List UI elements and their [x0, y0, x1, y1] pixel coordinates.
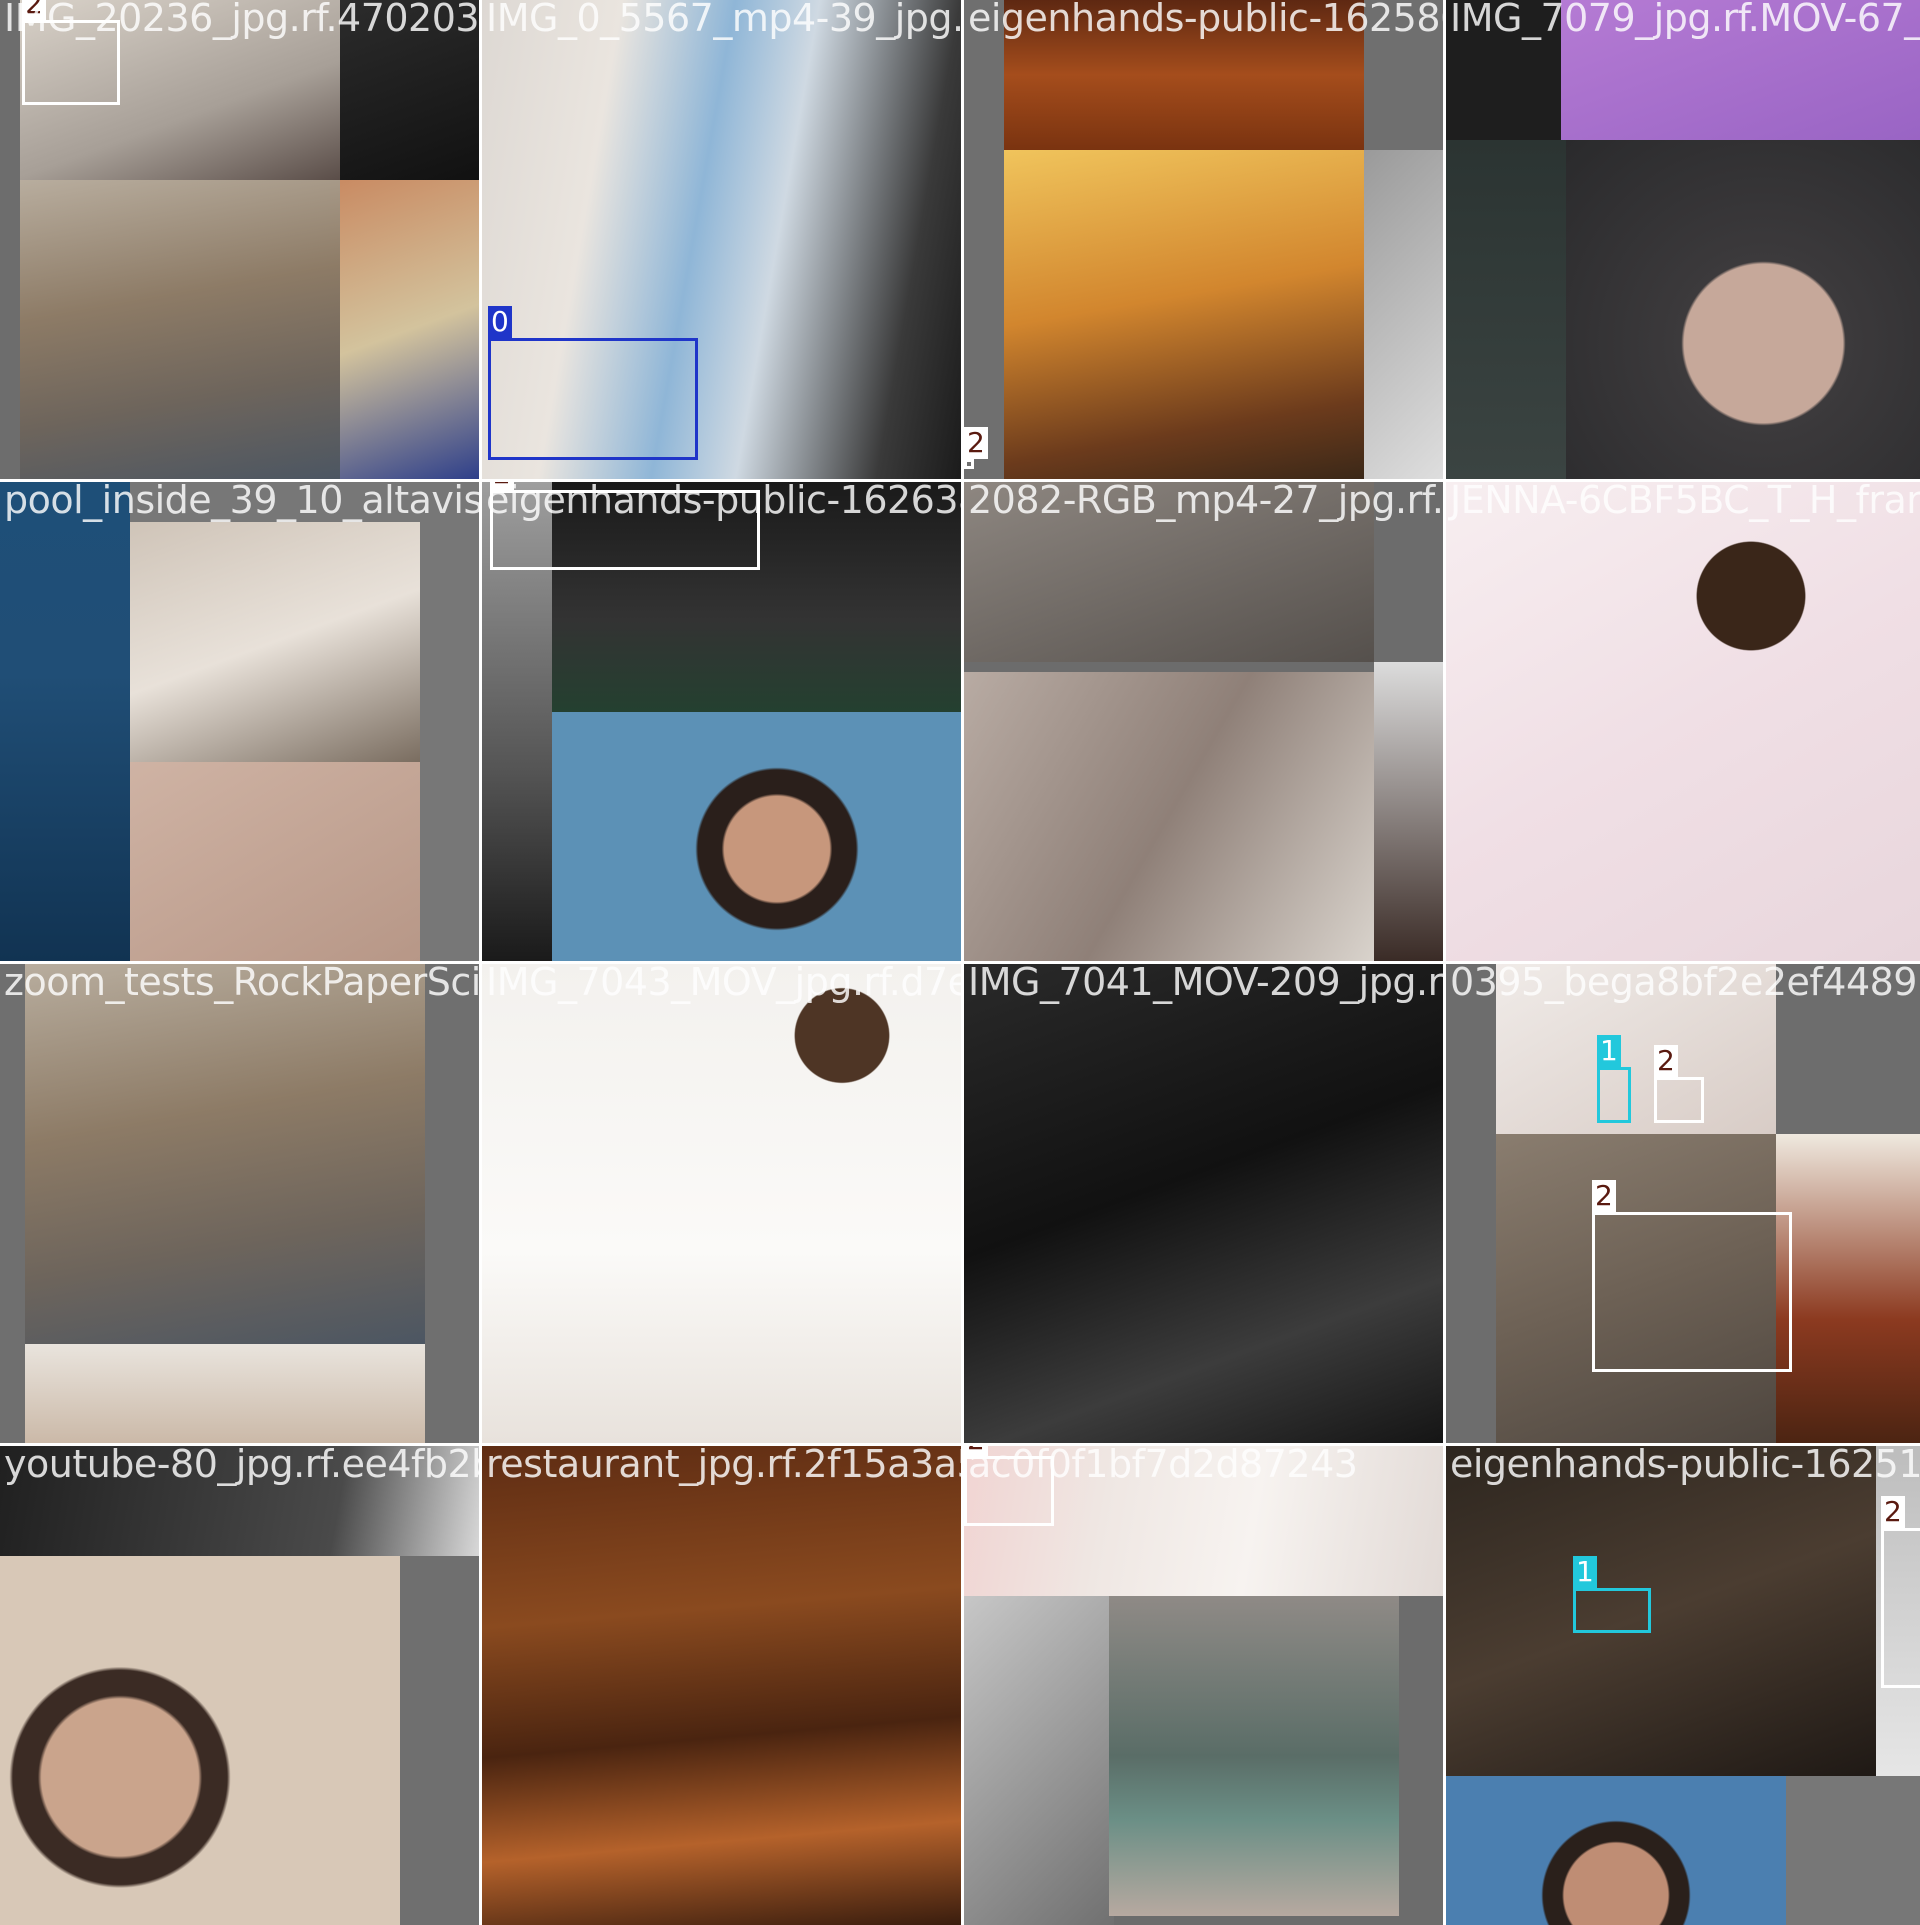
photo-fragment: [1666, 512, 1836, 652]
mosaic-tile: eigenhands-public-1626386612682-RGB_mp4-…: [482, 482, 961, 961]
detection-class-label: 1: [1573, 1556, 1597, 1588]
photo-fragment: [964, 1596, 1114, 1925]
detection-box: 0: [488, 306, 698, 460]
detection-class-label: 0: [488, 306, 512, 338]
photo-fragment: [1004, 0, 1364, 150]
detection-class-label: 2: [964, 427, 988, 459]
mosaic-tile: youtube-80_jpg.rf.ee4fb2bc0464: [0, 1446, 479, 1925]
mosaic-tile: IMG_20236_jpg.rf.47020341686862: [0, 0, 479, 479]
mosaic-tile: ac0f0f1bf7d2d872432: [964, 1446, 1443, 1925]
photo-fragment: [0, 1446, 479, 1556]
mosaic-tile: restaurant_jpg.rf.2f15a3a58: [482, 1446, 961, 1925]
detection-class-label: 2: [1592, 1180, 1616, 1212]
photo-fragment: [25, 1344, 425, 1443]
photo-fragment: [1004, 150, 1364, 479]
mosaic-tile: zoom_tests_RockPaperScissors: [0, 964, 479, 1443]
photo-fragment: [1374, 662, 1443, 961]
detection-box: 1: [1573, 1556, 1651, 1633]
photo-fragment: [552, 712, 961, 961]
detection-class-label: 2: [964, 1446, 988, 1456]
photo-fragment: [0, 1556, 400, 1925]
detection-box: 2: [964, 1446, 1054, 1526]
photo-fragment: [25, 964, 425, 1344]
detection-class-label: 2: [1881, 1496, 1905, 1528]
photo-fragment: [482, 1446, 961, 1925]
detection-class-label: 1: [1597, 1035, 1621, 1067]
photo-fragment: [964, 964, 1443, 1443]
mosaic-tile: 0395_bega8bf2e2ef4489bf45122: [1446, 964, 1920, 1443]
detection-box: 2: [1881, 1496, 1920, 1688]
detection-class-label: 2: [490, 482, 514, 490]
photo-fragment: [20, 180, 340, 479]
photo-fragment: [1446, 1776, 1786, 1925]
detection-box: 2: [490, 482, 760, 570]
photo-fragment: [130, 762, 420, 961]
detection-class-label: 2: [1654, 1045, 1678, 1077]
detection-box: 2: [1654, 1045, 1704, 1123]
mosaic-tile: eigenhands-public-1625860381490_7079_jpg…: [964, 0, 1443, 479]
mosaic-grid: IMG_20236_jpg.rf.47020341686862IMG_0_556…: [0, 0, 1920, 1925]
detection-box: 2: [22, 0, 120, 105]
mosaic-tile: 2082-RGB_mp4-27_jpg.rf.84: [964, 482, 1443, 961]
photo-fragment: [964, 482, 1374, 662]
photo-fragment: [130, 522, 420, 762]
photo-fragment: [1446, 140, 1566, 479]
photo-fragment: [1776, 1134, 1920, 1443]
mosaic-tile: eigenhands-public-1625151612: [1446, 1446, 1920, 1925]
photo-fragment: [1446, 1446, 1876, 1776]
photo-fragment: [1496, 964, 1776, 1134]
photo-fragment: [340, 0, 479, 180]
photo-fragment: [1566, 140, 1920, 479]
detection-box: 1: [1597, 1035, 1631, 1123]
mosaic-tile: pool_inside_39_10_altavista_jpg.rf.e47e5: [0, 482, 479, 961]
photo-fragment: [1109, 1596, 1399, 1916]
mosaic-tile: IMG_7043_MOV_jpg.rf.d7e5: [482, 964, 961, 1443]
photo-fragment: [964, 672, 1374, 961]
detection-box: 2: [964, 427, 988, 469]
detection-box: 2: [1592, 1180, 1792, 1372]
photo-fragment: [1561, 0, 1920, 140]
photo-fragment: [1364, 150, 1443, 479]
photo-fragment: [0, 482, 130, 961]
detection-class-label: 2: [22, 0, 46, 20]
mosaic-tile: IMG_7041_MOV-209_jpg.rf.403: [964, 964, 1443, 1443]
mosaic-tile: IMG_0_5567_mp4-39_jpg.rf.0c549dde7a0: [482, 0, 961, 479]
mosaic-tile: IMG_7079_jpg.rf.MOV-67_jpg.rf.b: [1446, 0, 1920, 479]
photo-fragment: [742, 964, 942, 1094]
photo-fragment: [340, 180, 479, 479]
mosaic-tile: JENNA-6CBF5BC_T_H_fram: [1446, 482, 1920, 961]
